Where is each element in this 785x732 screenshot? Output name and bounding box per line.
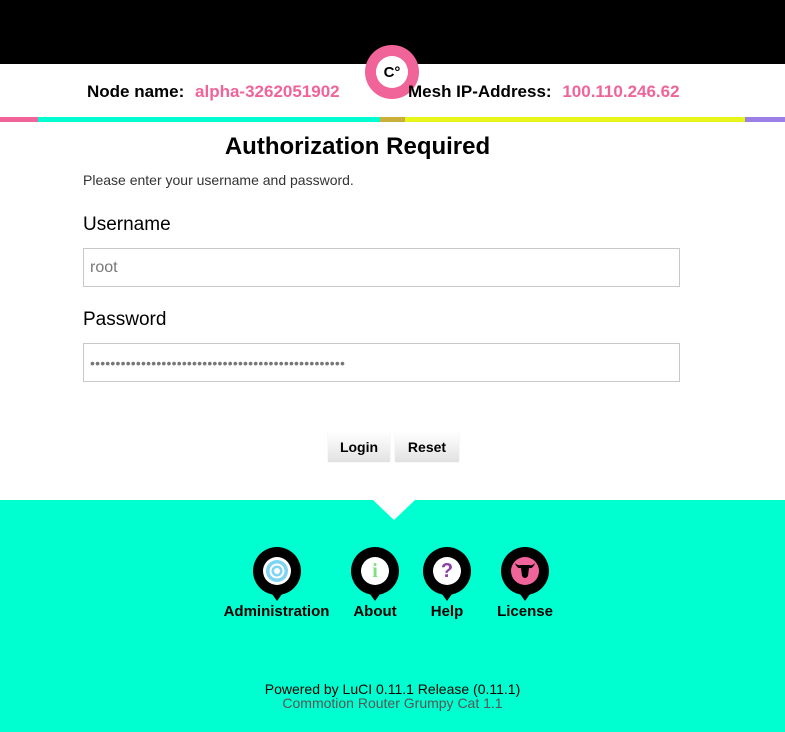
footer-label-help: Help xyxy=(430,603,464,620)
color-stripe-yellow xyxy=(405,117,745,122)
footer-label-administration: Administration xyxy=(223,603,330,620)
target-icon xyxy=(262,557,291,585)
footer-notch xyxy=(373,500,415,520)
reset-button[interactable]: Reset xyxy=(395,432,459,461)
administration-pin xyxy=(252,547,301,601)
logo-text: C° xyxy=(383,63,401,81)
node-name: Node name: alpha-3262051902 xyxy=(87,82,340,102)
intro-text: Please enter your username and password. xyxy=(83,172,354,188)
mesh-ip: Mesh IP-Address: 100.110.246.62 xyxy=(408,82,680,102)
help-pin: ? xyxy=(423,547,471,601)
password-label: Password xyxy=(83,309,167,330)
footer-item-license[interactable]: License xyxy=(495,547,555,620)
footer-item-about[interactable]: i About xyxy=(347,547,403,620)
username-input[interactable] xyxy=(83,248,680,287)
username-label: Username xyxy=(83,214,171,235)
node-name-label: Node name: xyxy=(87,82,185,101)
color-stripe-olive xyxy=(380,117,405,122)
bull-icon xyxy=(511,557,539,585)
logo-inner: C° xyxy=(376,56,408,88)
color-stripe-teal xyxy=(38,117,380,122)
footer-label-about: About xyxy=(353,603,397,620)
color-stripe-purple xyxy=(745,117,785,122)
footer-item-help[interactable]: ? Help xyxy=(419,547,475,620)
node-name-value: alpha-3262051902 xyxy=(195,82,340,101)
mesh-ip-value: 100.110.246.62 xyxy=(562,82,680,101)
footer-label-license: License xyxy=(497,603,553,620)
info-icon: i xyxy=(361,557,389,585)
footer-item-administration[interactable]: Administration xyxy=(218,547,335,620)
password-mask: ••••••••••••••••••••••••••••••••••••••••… xyxy=(90,355,346,371)
login-button[interactable]: Login xyxy=(328,432,390,461)
page-title: Authorization Required xyxy=(224,133,491,160)
mesh-ip-label: Mesh IP-Address: xyxy=(408,82,552,101)
license-pin xyxy=(501,547,549,601)
firmware-variant: Commotion Router Grumpy Cat 1.1 xyxy=(282,695,503,711)
about-pin: i xyxy=(351,547,399,601)
color-stripe-pink xyxy=(0,117,38,122)
question-icon: ? xyxy=(433,557,461,585)
